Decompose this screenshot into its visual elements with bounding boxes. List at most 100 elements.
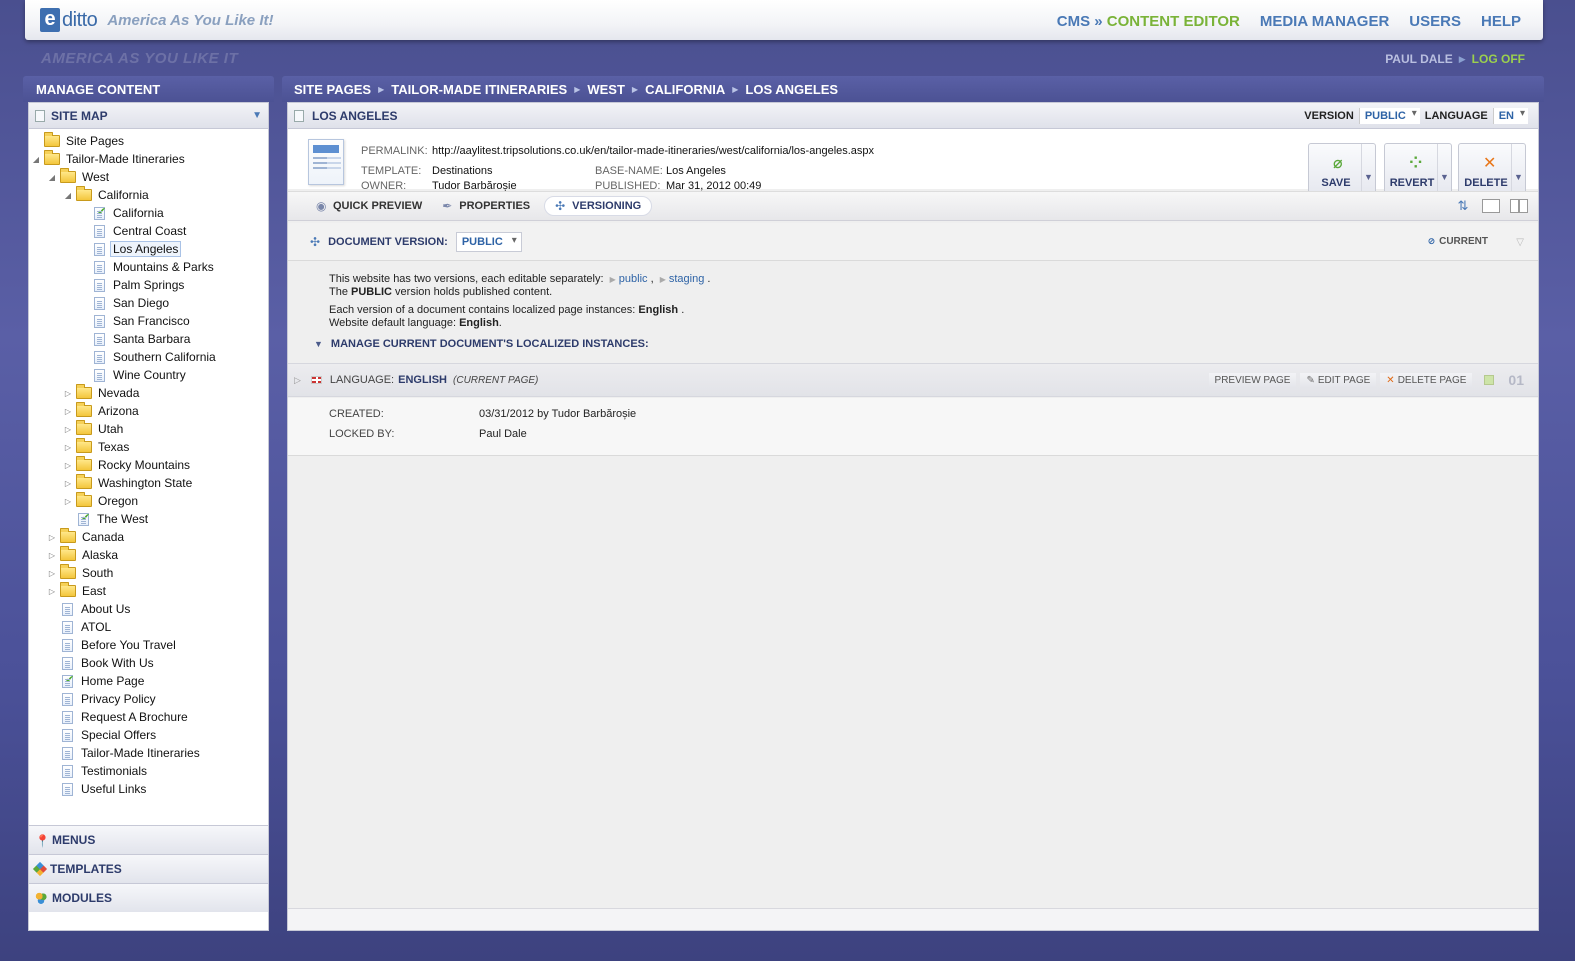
page-icon (62, 620, 73, 634)
save-dropdown-chevron-icon[interactable]: ▼ (1361, 144, 1375, 194)
expand-triangle-icon[interactable]: ▷ (47, 533, 57, 542)
tree-item[interactable]: ▷ Rocky Mountains (29, 456, 268, 474)
language-dropdown[interactable]: EN (1492, 107, 1528, 124)
delete-dropdown-chevron-icon[interactable]: ▼ (1511, 144, 1525, 194)
permalink-value[interactable]: http://aaylitest.tripsolutions.co.uk/en/… (432, 145, 874, 157)
breadcrumb-item[interactable]: CALIFORNIA (645, 82, 725, 97)
tree-item[interactable]: Tailor-Made Itineraries (29, 744, 268, 762)
expand-triangle-icon[interactable]: ▷ (63, 443, 73, 452)
refresh-icon[interactable]: ⇅ (1454, 199, 1472, 213)
tree-item[interactable]: ▷ Oregon (29, 492, 268, 510)
folder-icon (76, 384, 92, 399)
breadcrumb-item[interactable]: TAILOR-MADE ITINERARIES (391, 82, 567, 97)
breadcrumb-item[interactable]: WEST (587, 82, 625, 97)
collapse-triangle-icon[interactable]: ◢ (63, 191, 73, 200)
single-view-icon[interactable] (1482, 199, 1500, 213)
tab-versioning[interactable]: ✣ VERSIONING (544, 196, 653, 216)
tree-item[interactable]: Los Angeles (29, 240, 268, 258)
expand-triangle-icon[interactable]: ▷ (47, 551, 57, 560)
breadcrumb-item[interactable]: SITE PAGES (294, 82, 371, 97)
expand-triangle-icon[interactable]: ▷ (294, 375, 301, 386)
preview-page-button[interactable]: PREVIEW PAGE (1208, 372, 1297, 388)
tree-item[interactable]: Site Pages (29, 132, 268, 150)
tree-item[interactable]: About Us (29, 600, 268, 618)
tree-item[interactable]: Southern California (29, 348, 268, 366)
tree-item[interactable]: Testimonials (29, 762, 268, 780)
expand-triangle-icon[interactable]: ▷ (63, 479, 73, 488)
save-button[interactable]: ⌀ SAVE ▼ (1308, 143, 1376, 195)
tree-item[interactable]: Special Offers (29, 726, 268, 744)
document-version-dropdown[interactable]: PUBLIC (455, 231, 522, 252)
tree-item[interactable]: ◢ Tailor-Made Itineraries (29, 150, 268, 168)
split-view-icon[interactable] (1510, 199, 1528, 213)
collapse-triangle-icon[interactable]: ◢ (31, 155, 41, 164)
accordion-templates[interactable]: TEMPLATES (29, 854, 268, 883)
edit-page-button[interactable]: ✎ EDIT PAGE (1300, 372, 1377, 388)
tree-item[interactable]: California (29, 204, 268, 222)
staging-link[interactable]: staging (669, 273, 704, 285)
chevron-down-icon[interactable]: ▼ (252, 110, 262, 121)
log-off-link[interactable]: LOG OFF (1472, 52, 1525, 66)
nav-content-editor[interactable]: CMS » CONTENT EDITOR (1057, 13, 1240, 30)
accordion-modules[interactable]: MODULES (29, 883, 268, 912)
tree-item[interactable]: ▷ Utah (29, 420, 268, 438)
expand-triangle-icon[interactable]: ▷ (63, 407, 73, 416)
expand-triangle-icon[interactable]: ▷ (63, 425, 73, 434)
version-dropdown[interactable]: PUBLIC (1358, 107, 1420, 124)
manage-instances-toggle[interactable]: ▼ MANAGE CURRENT DOCUMENT'S LOCALIZED INS… (314, 338, 649, 350)
tree-item[interactable]: ▷ Alaska (29, 546, 268, 564)
tree-item[interactable]: Useful Links (29, 780, 268, 798)
expand-triangle-icon[interactable]: ▷ (47, 587, 57, 596)
tree-item[interactable]: ATOL (29, 618, 268, 636)
tree-item-label: Nevada (98, 386, 140, 400)
tree-item[interactable]: ▷ Arizona (29, 402, 268, 420)
folder-icon (60, 564, 76, 579)
tree-item[interactable]: Mountains & Parks (29, 258, 268, 276)
delete-button[interactable]: ✕ DELETE ▼ (1458, 143, 1526, 195)
tree-item[interactable]: ▷ Nevada (29, 384, 268, 402)
versioning-description: This website has two versions, each edit… (329, 273, 710, 335)
tree-item[interactable]: Book With Us (29, 654, 268, 672)
preview-page-label: PREVIEW PAGE (1214, 374, 1291, 386)
tree-item[interactable]: Central Coast (29, 222, 268, 240)
nav-help[interactable]: HELP (1481, 13, 1521, 30)
tree-item[interactable]: ▷ Texas (29, 438, 268, 456)
tree-item[interactable]: ▷ Washington State (29, 474, 268, 492)
revert-button[interactable]: ⁘ REVERT ▼ (1384, 143, 1452, 195)
tree-item[interactable]: Home Page (29, 672, 268, 690)
tree-item[interactable]: Palm Springs (29, 276, 268, 294)
expand-triangle-icon[interactable]: ▷ (63, 389, 73, 398)
user-name[interactable]: PAUL DALE (1385, 52, 1453, 66)
nav-media-manager[interactable]: MEDIA MANAGER (1260, 13, 1389, 30)
comma-text: , (650, 273, 654, 285)
public-link[interactable]: public (619, 273, 648, 285)
expand-triangle-icon[interactable]: ▷ (47, 569, 57, 578)
site-map-header[interactable]: SITE MAP ▼ (29, 103, 268, 129)
tree-item[interactable]: ▷ East (29, 582, 268, 600)
tree-item[interactable]: The West (29, 510, 268, 528)
tree-item[interactable]: ◢ California (29, 186, 268, 204)
tree-item[interactable]: San Francisco (29, 312, 268, 330)
tree-item[interactable]: ▷ South (29, 564, 268, 582)
tree-item[interactable]: ◢ West (29, 168, 268, 186)
tree-item[interactable]: Wine Country (29, 366, 268, 384)
expand-triangle-icon[interactable]: ▷ (63, 461, 73, 470)
delete-page-button[interactable]: ✕ DELETE PAGE (1380, 372, 1473, 388)
tab-properties[interactable]: ✒ PROPERTIES (436, 196, 536, 216)
tab-quick-preview[interactable]: ◉ QUICK PREVIEW (310, 196, 428, 216)
tree-item[interactable]: Privacy Policy (29, 690, 268, 708)
tree-item[interactable]: Before You Travel (29, 636, 268, 654)
tree-item[interactable]: Request A Brochure (29, 708, 268, 726)
collapse-triangle-icon[interactable]: ◢ (47, 173, 57, 182)
accordion-menus[interactable]: 📍 MENUS (29, 825, 268, 854)
tree-item[interactable]: ▷ Canada (29, 528, 268, 546)
current-badge[interactable]: ⊘ CURRENT (1428, 236, 1488, 247)
logo[interactable]: e ditto America As You Like It! (40, 7, 273, 33)
expand-triangle-icon[interactable]: ▷ (63, 497, 73, 506)
breadcrumb-item[interactable]: LOS ANGELES (745, 82, 838, 97)
nav-users[interactable]: USERS (1409, 13, 1461, 30)
chevron-down-icon[interactable]: ▽ (1516, 237, 1524, 248)
revert-dropdown-chevron-icon[interactable]: ▼ (1437, 144, 1451, 194)
tree-item[interactable]: San Diego (29, 294, 268, 312)
tree-item[interactable]: Santa Barbara (29, 330, 268, 348)
